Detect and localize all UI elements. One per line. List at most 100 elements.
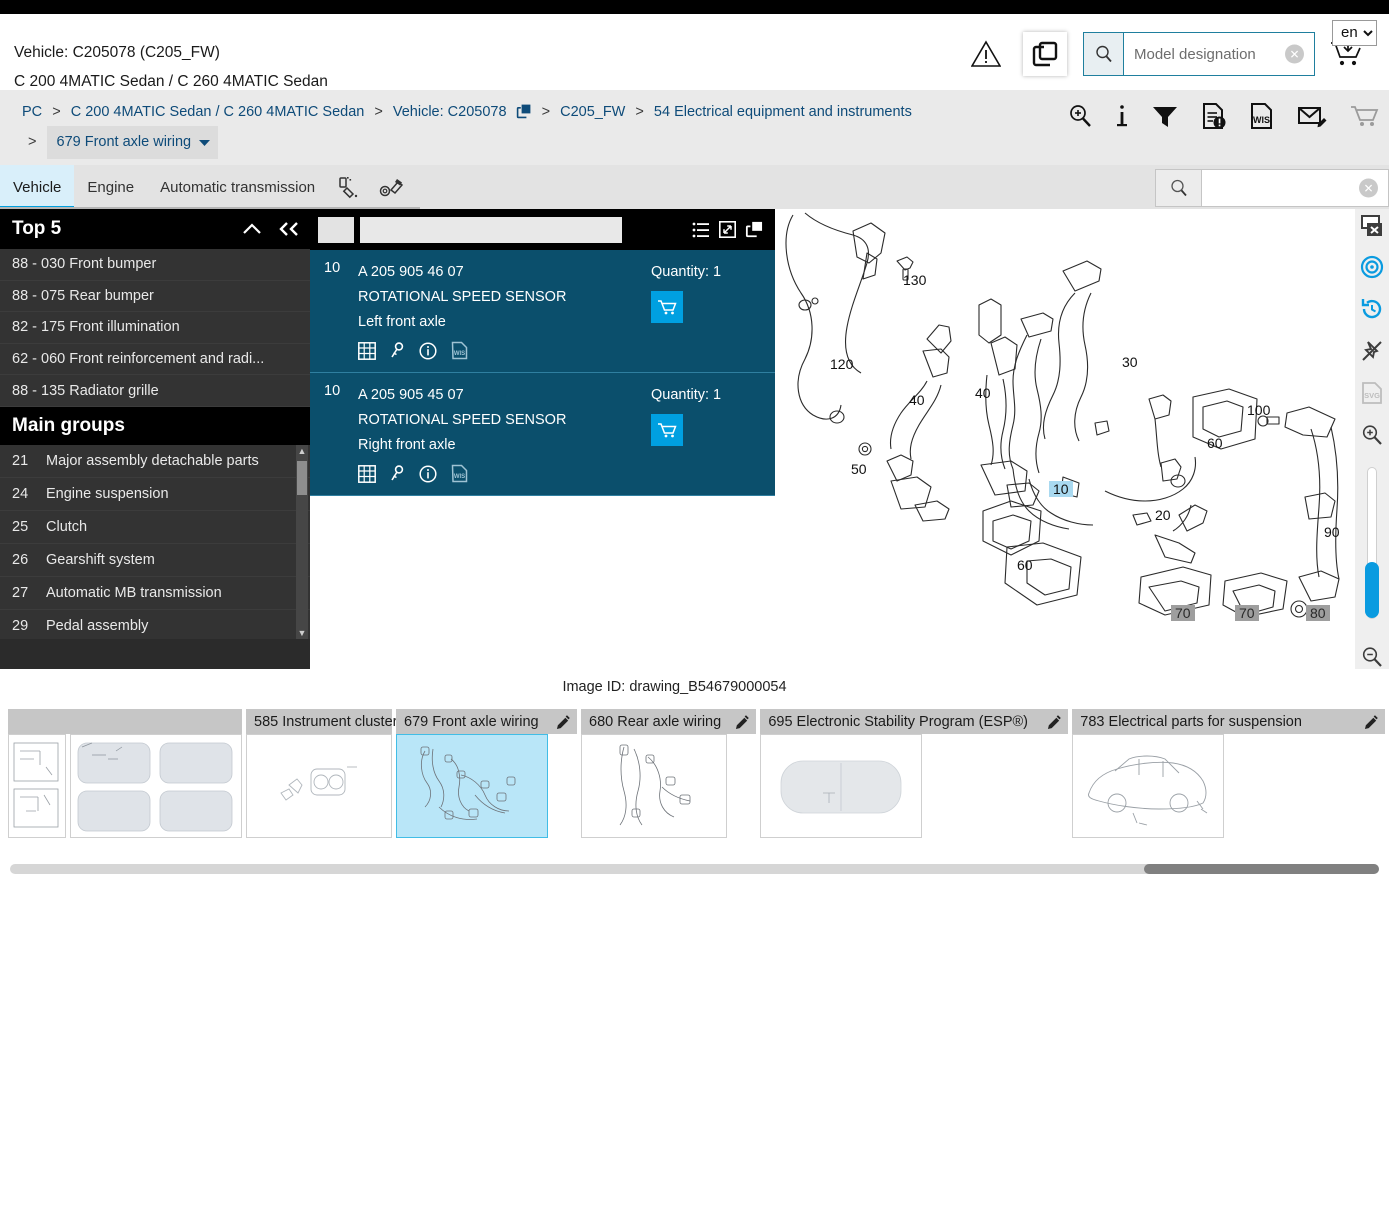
main-group-num: 29 xyxy=(12,617,29,634)
svg-export-icon[interactable]: SVG xyxy=(1361,381,1383,405)
language-selector[interactable]: en xyxy=(1332,20,1377,46)
breadcrumb-item-4[interactable]: 54 Electrical equipment and instruments xyxy=(654,104,912,120)
scroll-up-arrow-icon[interactable]: ▲ xyxy=(296,445,308,457)
thumbnail-image[interactable] xyxy=(8,734,66,838)
model-search-field[interactable]: ✕ xyxy=(1124,33,1314,75)
info-circle-icon[interactable] xyxy=(419,464,437,483)
zoom-slider[interactable] xyxy=(1365,467,1379,619)
zoom-in-icon[interactable] xyxy=(1360,423,1384,447)
parts-search-field[interactable]: ✕ xyxy=(1202,170,1388,206)
thumbnail-image[interactable] xyxy=(1072,734,1225,838)
thumbnail-item-679[interactable]: 679 Front axle wiring xyxy=(396,709,577,838)
table-icon[interactable] xyxy=(358,464,376,483)
breadcrumb-item-0[interactable]: PC xyxy=(22,104,42,120)
main-group-item-21[interactable]: 21 Major assembly detachable parts xyxy=(0,444,310,478)
copy-icon[interactable] xyxy=(745,221,763,238)
main-group-item-24[interactable]: 24 Engine suspension xyxy=(0,477,310,511)
breadcrumb-item-2[interactable]: Vehicle: C205078 xyxy=(393,104,507,120)
top5-item-0[interactable]: 88 - 030 Front bumper xyxy=(0,249,310,281)
key-icon[interactable] xyxy=(390,341,405,360)
breadcrumb-current-dropdown[interactable]: 679 Front axle wiring xyxy=(46,126,219,159)
expand-icon[interactable] xyxy=(719,221,736,238)
model-search[interactable]: ✕ xyxy=(1083,32,1315,76)
key-icon[interactable] xyxy=(390,464,405,483)
target-focus-icon[interactable] xyxy=(1360,255,1384,279)
add-to-cart-button[interactable] xyxy=(651,291,683,323)
top5-item-3[interactable]: 62 - 060 Front reinforcement and radi... xyxy=(0,343,310,376)
thumbnail-item-783[interactable]: 783 Electrical parts for suspension xyxy=(1072,709,1386,838)
warning-triangle-icon[interactable] xyxy=(971,40,1017,68)
tab-engine[interactable]: Engine xyxy=(74,165,147,209)
cart-icon[interactable] xyxy=(1349,103,1379,129)
main-groups-scrollbar[interactable]: ▲ ▼ xyxy=(296,444,308,639)
add-to-cart-button[interactable] xyxy=(651,414,683,446)
info-circle-icon[interactable] xyxy=(419,341,437,360)
main-group-item-26[interactable]: 26 Gearshift system xyxy=(0,543,310,577)
main-group-item-25[interactable]: 25 Clutch xyxy=(0,510,310,544)
part-row[interactable]: 10 A 205 905 46 07 ROTATIONAL SPEED SENS… xyxy=(310,250,775,373)
top5-item-1[interactable]: 88 - 075 Rear bumper xyxy=(0,280,310,313)
drawing-viewer[interactable]: 130 120 40 40 30 50 60 100 10 20 60 90 7… xyxy=(775,209,1389,669)
double-chevron-left-icon[interactable] xyxy=(278,221,300,237)
thumbnail-image[interactable] xyxy=(581,734,727,838)
tab-automatic-transmission[interactable]: Automatic transmission xyxy=(147,165,328,209)
part-number[interactable]: A 205 905 46 07 xyxy=(358,260,651,285)
list-view-icon[interactable] xyxy=(692,222,710,238)
model-search-button[interactable] xyxy=(1084,33,1124,75)
info-icon[interactable] xyxy=(1115,103,1129,129)
vehicle-id-line: Vehicle: C205078 (C205_FW) xyxy=(14,44,220,61)
main-group-item-29[interactable]: 29 Pedal assembly xyxy=(0,609,310,639)
edit-icon[interactable] xyxy=(1364,714,1379,729)
scrollbar-thumb[interactable] xyxy=(297,460,307,495)
thumbnail-item-695[interactable]: 695 Electronic Stability Program (ESP®) xyxy=(760,709,1069,838)
scroll-down-arrow-icon[interactable]: ▼ xyxy=(296,627,308,639)
reset-history-icon[interactable] xyxy=(1360,297,1384,321)
top5-item-2[interactable]: 82 - 175 Front illumination xyxy=(0,312,310,344)
wiring-harness-drawing[interactable] xyxy=(775,209,1355,669)
callout-130: 130 xyxy=(903,272,927,288)
clear-icon[interactable]: ✕ xyxy=(1285,44,1304,64)
feedback-mail-icon[interactable] xyxy=(1297,103,1327,129)
zoom-out-icon[interactable] xyxy=(1360,645,1384,669)
close-window-icon[interactable] xyxy=(1360,215,1384,237)
wis-document-icon[interactable]: WIS xyxy=(451,464,468,483)
unpin-icon[interactable] xyxy=(1360,339,1384,363)
parts-filter-box[interactable] xyxy=(318,216,354,243)
parts-search-button[interactable] xyxy=(1156,170,1202,206)
filter-icon[interactable] xyxy=(1151,103,1179,129)
wis-document-icon[interactable]: WIS xyxy=(451,341,468,360)
wis-document-icon[interactable]: WIS xyxy=(1249,102,1275,130)
parts-search[interactable]: ✕ xyxy=(1155,169,1389,207)
thumbnail-scrollbar-track[interactable] xyxy=(10,864,1379,874)
paint-spray-icon[interactable] xyxy=(328,165,370,209)
document-alert-icon[interactable] xyxy=(1201,102,1227,130)
tab-vehicle[interactable]: Vehicle xyxy=(0,165,75,209)
thumbnail-image[interactable] xyxy=(396,734,548,838)
thumbnail-item-585[interactable]: 585 Instrument cluster xyxy=(246,709,420,838)
thumbnail-image[interactable] xyxy=(70,734,242,838)
callout-10-selected[interactable]: 10 xyxy=(1049,481,1073,497)
zoom-slider-knob[interactable] xyxy=(1365,562,1379,618)
part-row[interactable]: 10 A 205 905 45 07 ROTATIONAL SPEED SENS… xyxy=(310,373,775,496)
breadcrumb-item-3[interactable]: C205_FW xyxy=(560,104,625,120)
main-group-item-27[interactable]: 27 Automatic MB transmission xyxy=(0,576,310,610)
thumbnail-scrollbar-thumb[interactable] xyxy=(1144,864,1379,874)
edit-icon[interactable] xyxy=(735,714,750,729)
breadcrumb-item-1[interactable]: C 200 4MATIC Sedan / C 260 4MATIC Sedan xyxy=(71,104,365,120)
copy-documents-icon[interactable] xyxy=(1023,32,1067,76)
thumbnail-image[interactable] xyxy=(246,734,392,838)
edit-icon[interactable] xyxy=(1047,714,1062,729)
thumbnail-item[interactable] xyxy=(8,709,242,838)
thumbnail-item-680[interactable]: 680 Rear axle wiring xyxy=(581,709,757,838)
clear-icon[interactable]: ✕ xyxy=(1359,178,1378,198)
zoom-in-icon[interactable] xyxy=(1067,103,1093,129)
edit-icon[interactable] xyxy=(556,714,571,729)
breadcrumb-copy-icon[interactable] xyxy=(516,103,532,119)
top5-item-4[interactable]: 88 - 135 Radiator grille xyxy=(0,375,310,407)
table-icon[interactable] xyxy=(358,341,376,360)
chevron-up-icon[interactable] xyxy=(242,222,262,236)
part-number[interactable]: A 205 905 45 07 xyxy=(358,383,651,408)
thumbnail-image[interactable] xyxy=(760,734,923,838)
bolt-nut-icon[interactable] xyxy=(370,165,414,209)
parts-header-field[interactable] xyxy=(360,216,622,243)
